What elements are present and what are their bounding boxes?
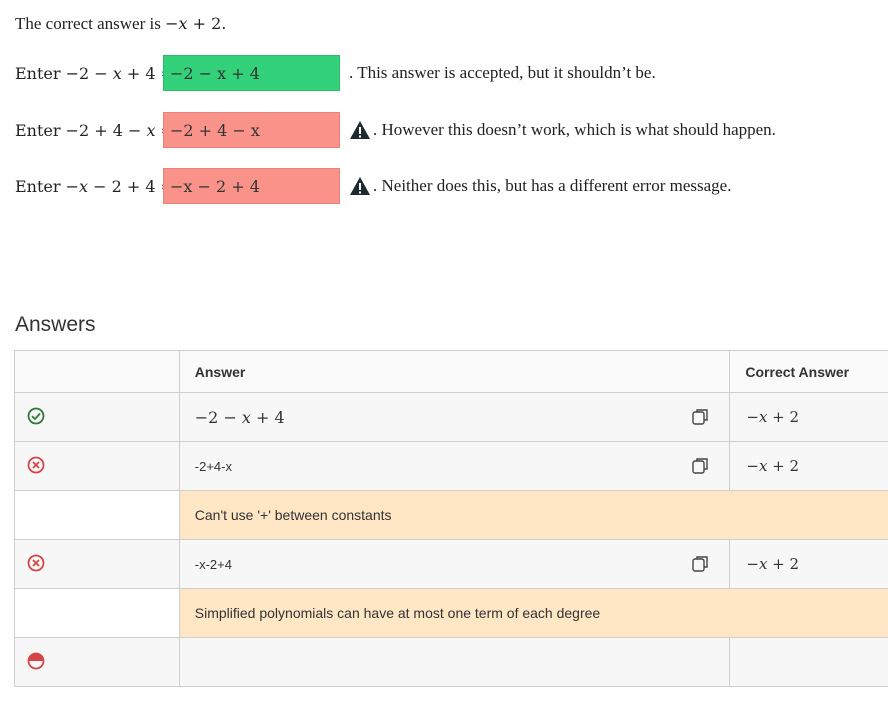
correct-answer-cell	[729, 637, 888, 687]
correct-answer-cell: −𝑥 + 2	[729, 441, 888, 491]
correct-answer-expr: −𝑥 + 2.	[165, 14, 227, 33]
status-cell	[14, 539, 180, 589]
warning-icon[interactable]	[349, 176, 371, 196]
question-label: Enter −𝑥 − 2 + 4 =	[15, 176, 175, 196]
answer-cell: −2 − 𝑥 + 4	[178, 392, 731, 442]
answer-text: -2+4-x	[194, 459, 232, 474]
answer-text: -x-2+4	[194, 557, 232, 572]
answers-table: Answer Correct Answer −2 − 𝑥 + 4 −𝑥 + 2	[14, 350, 888, 687]
header-answer: Answer	[178, 350, 731, 393]
question-label: Enter −2 + 4 − 𝑥 =	[15, 120, 175, 140]
copy-icon[interactable]	[691, 555, 709, 573]
question-comment: . Neither does this, but has a different…	[373, 176, 732, 195]
empty-cell	[14, 490, 180, 540]
partial-circle-icon	[27, 652, 45, 669]
feedback-row: Can't use '+' between constants	[14, 490, 888, 540]
header-icon	[14, 350, 180, 393]
answer-cell: -x-2+4	[178, 539, 731, 589]
copy-icon[interactable]	[691, 408, 709, 426]
question-row-2: Enter −2 + 4 − 𝑥 = −2 + 4 − x . However …	[15, 111, 776, 149]
correct-answer-cell: −𝑥 + 2	[729, 392, 888, 442]
feedback-row: Simplified polynomials can have at most …	[14, 588, 888, 638]
status-cell	[14, 441, 180, 491]
question-feedback: . Neither does this, but has a different…	[349, 176, 731, 196]
answer-cell	[178, 637, 731, 687]
status-cell	[14, 637, 180, 687]
feedback-message: Simplified polynomials can have at most …	[178, 588, 888, 638]
correct-answer-prefix: The correct answer is	[15, 14, 161, 33]
answer-input[interactable]: −x − 2 + 4	[163, 168, 340, 204]
correct-answer-cell: −𝑥 + 2	[729, 539, 888, 589]
question-label: Enter −2 − 𝑥 + 4 =	[15, 63, 175, 83]
x-circle-icon	[27, 456, 45, 473]
correct-answer-line: The correct answer is −𝑥 + 2.	[15, 14, 226, 34]
empty-cell	[14, 588, 180, 638]
answer-cell: -2+4-x	[178, 441, 731, 491]
table-row: -x-2+4 −𝑥 + 2	[14, 539, 888, 589]
question-comment: . This answer is accepted, but it should…	[349, 63, 656, 82]
question-comment: . However this doesn’t work, which is wh…	[373, 120, 776, 139]
check-circle-icon	[27, 407, 45, 424]
table-row: -2+4-x −𝑥 + 2	[14, 441, 888, 491]
header-correct: Correct Answer	[729, 350, 888, 393]
table-header: Answer Correct Answer	[14, 350, 888, 393]
warning-icon[interactable]	[349, 120, 371, 140]
question-row-3: Enter −𝑥 − 2 + 4 = −x − 2 + 4 . Neither …	[15, 167, 731, 205]
answer-text: −2 − 𝑥 + 4	[194, 407, 285, 427]
table-row	[14, 637, 888, 687]
feedback-message: Can't use '+' between constants	[178, 490, 888, 540]
x-circle-icon	[27, 554, 45, 571]
answer-input[interactable]: −2 − x + 4	[163, 55, 340, 91]
status-cell	[14, 392, 180, 442]
question-feedback: . However this doesn’t work, which is wh…	[349, 120, 776, 140]
copy-icon[interactable]	[691, 457, 709, 475]
table-row: −2 − 𝑥 + 4 −𝑥 + 2	[14, 392, 888, 442]
answers-heading: Answers	[15, 313, 96, 336]
answer-input[interactable]: −2 + 4 − x	[163, 112, 340, 148]
question-row-1: Enter −2 − 𝑥 + 4 = −2 − x + 4 . This ans…	[15, 54, 656, 92]
